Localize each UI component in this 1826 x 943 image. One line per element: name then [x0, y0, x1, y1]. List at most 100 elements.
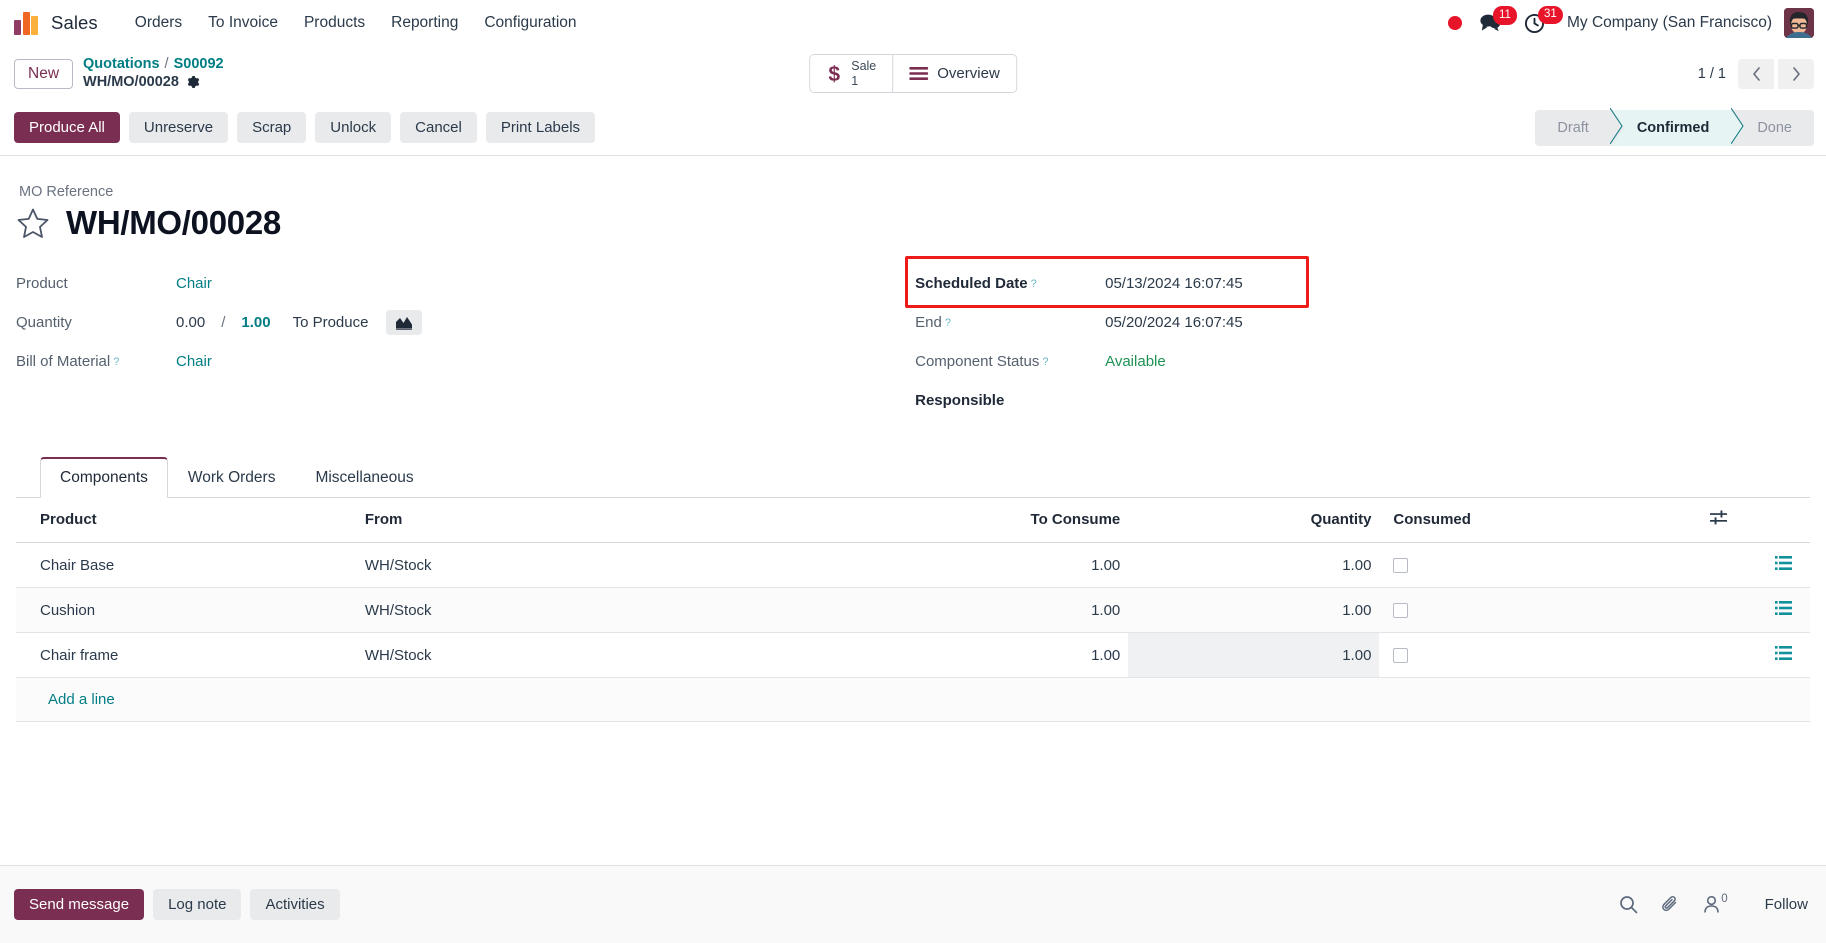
app-name[interactable]: Sales: [51, 12, 98, 34]
quantity-total[interactable]: 1.00: [241, 314, 270, 331]
pager-previous-button[interactable]: [1738, 58, 1774, 89]
followers-button[interactable]: 0: [1703, 893, 1728, 914]
bom-link[interactable]: Chair: [176, 353, 212, 370]
row-product[interactable]: Chair Base: [16, 542, 357, 588]
consumed-checkbox[interactable]: [1393, 648, 1409, 664]
follow-button[interactable]: Follow: [1765, 896, 1808, 913]
log-note-button[interactable]: Log note: [153, 889, 242, 920]
row-from[interactable]: WH/Stock: [356, 632, 878, 678]
table-row[interactable]: Chair Base WH/Stock 1.00 1.00: [16, 542, 1810, 588]
row-details-icon[interactable]: [1775, 646, 1792, 660]
field-component-status-help-icon[interactable]: ?: [1042, 356, 1048, 368]
row-to-consume[interactable]: 1.00: [877, 542, 1129, 588]
pager-text[interactable]: 1 / 1: [1698, 66, 1726, 82]
nav-menu-reporting[interactable]: Reporting: [378, 8, 471, 38]
column-header-to-consume[interactable]: To Consume: [877, 498, 1129, 543]
chevron-separator-icon: [1609, 107, 1623, 144]
breadcrumb-order-link[interactable]: S00092: [174, 56, 224, 72]
row-details-icon[interactable]: [1775, 556, 1792, 570]
list-icon: [909, 66, 929, 81]
row-to-consume[interactable]: 1.00: [877, 587, 1129, 633]
stat-button-sale[interactable]: $ Sale 1: [810, 55, 893, 92]
status-confirmed[interactable]: Confirmed: [1609, 107, 1744, 148]
nav-menu-orders[interactable]: Orders: [122, 8, 195, 38]
row-detail-cell: [1702, 542, 1810, 588]
row-to-consume[interactable]: 1.00: [877, 632, 1129, 678]
breadcrumb-line-parent: Quotations / S00092: [83, 56, 224, 73]
nav-menu-to-invoice[interactable]: To Invoice: [195, 8, 291, 38]
print-labels-button[interactable]: Print Labels: [485, 112, 596, 143]
field-component-status: Component Status? Available: [915, 342, 1810, 381]
tab-work-orders[interactable]: Work Orders: [168, 457, 296, 498]
row-from[interactable]: WH/Stock: [356, 587, 878, 633]
row-product[interactable]: Cushion: [16, 587, 357, 633]
nav-menu-products[interactable]: Products: [291, 8, 378, 38]
followers-count: 0: [1721, 893, 1728, 905]
produce-all-button[interactable]: Produce All: [14, 112, 120, 143]
column-header-product[interactable]: Product: [16, 498, 357, 543]
field-end-date-label: End?: [915, 314, 1105, 331]
row-quantity[interactable]: 1.00: [1128, 587, 1380, 633]
tab-miscellaneous[interactable]: Miscellaneous: [295, 457, 433, 498]
field-product: Product Chair: [16, 264, 857, 303]
user-icon: [1704, 895, 1720, 913]
paperclip-icon[interactable]: [1661, 895, 1680, 914]
row-quantity[interactable]: 1.00: [1128, 542, 1380, 588]
favorite-star-icon[interactable]: [16, 207, 50, 240]
record-title-row: WH/MO/00028: [16, 204, 1810, 242]
column-header-from[interactable]: From: [356, 498, 878, 543]
status-draft[interactable]: Draft: [1535, 110, 1610, 146]
product-link[interactable]: Chair: [176, 275, 212, 292]
field-product-label: Product: [16, 275, 68, 292]
avatar-image: [1784, 8, 1814, 38]
field-bill-of-material: Bill of Material? Chair: [16, 342, 857, 381]
consumed-checkbox[interactable]: [1393, 603, 1409, 619]
status-confirmed-chevron-left: [1609, 107, 1623, 148]
field-responsible: Responsible: [915, 381, 1810, 420]
field-scheduled-date-label: Scheduled Date?: [915, 275, 1105, 292]
breadcrumb-quotations-link[interactable]: Quotations: [83, 56, 160, 72]
user-avatar[interactable]: [1784, 8, 1814, 38]
add-a-line-button[interactable]: Add a line: [40, 678, 123, 721]
table-row[interactable]: Cushion WH/Stock 1.00 1.00: [16, 587, 1810, 633]
tab-components[interactable]: Components: [40, 457, 168, 498]
quantity-done[interactable]: 0.00: [176, 314, 205, 331]
field-end-date-help-icon[interactable]: ?: [945, 317, 951, 329]
cancel-button[interactable]: Cancel: [400, 112, 477, 143]
field-bom-help-icon[interactable]: ?: [113, 356, 119, 368]
recording-dot-icon[interactable]: [1447, 16, 1462, 30]
field-scheduled-date-help-icon[interactable]: ?: [1031, 278, 1037, 290]
column-header-quantity[interactable]: Quantity: [1128, 498, 1380, 543]
quantity-separator: /: [221, 314, 226, 331]
row-from[interactable]: WH/Stock: [356, 542, 878, 588]
stat-button-overview[interactable]: Overview: [892, 55, 1016, 92]
search-icon[interactable]: [1619, 895, 1638, 914]
field-end-date-value[interactable]: 05/20/2024 16:07:45: [1105, 314, 1243, 331]
field-quantity-value: 0.00 / 1.00 To Produce: [176, 310, 423, 335]
row-details-icon[interactable]: [1775, 601, 1792, 615]
sliders-icon[interactable]: [1710, 510, 1728, 525]
unlock-button[interactable]: Unlock: [315, 112, 392, 143]
odoo-logo-icon[interactable]: [14, 11, 38, 35]
column-header-consumed[interactable]: Consumed: [1379, 498, 1703, 543]
gear-icon[interactable]: [186, 75, 200, 89]
unreserve-button[interactable]: Unreserve: [128, 112, 229, 143]
row-quantity[interactable]: 1.00: [1128, 632, 1380, 678]
send-message-button[interactable]: Send message: [14, 889, 145, 920]
forecast-report-button[interactable]: [386, 310, 423, 335]
field-end-date: End? 05/20/2024 16:07:45: [915, 303, 1810, 342]
table-row[interactable]: Chair frame WH/Stock 1.00 1.00: [16, 632, 1810, 678]
pager-next-button[interactable]: [1778, 58, 1814, 89]
company-switcher[interactable]: My Company (San Francisco): [1567, 14, 1772, 32]
field-bom-label-text: Bill of Material: [16, 353, 111, 370]
consumed-checkbox[interactable]: [1393, 558, 1409, 574]
new-record-button[interactable]: New: [14, 58, 74, 89]
activities-button[interactable]: 31: [1524, 5, 1563, 34]
nav-menu-configuration[interactable]: Configuration: [471, 8, 589, 38]
activities-button[interactable]: Activities: [250, 889, 340, 920]
messages-button[interactable]: 11: [1479, 6, 1517, 33]
status-draft-label: Draft: [1557, 119, 1589, 136]
row-product[interactable]: Chair frame: [16, 632, 357, 678]
field-scheduled-date-value[interactable]: 05/13/2024 16:07:45: [1105, 275, 1243, 292]
scrap-button[interactable]: Scrap: [237, 112, 307, 143]
